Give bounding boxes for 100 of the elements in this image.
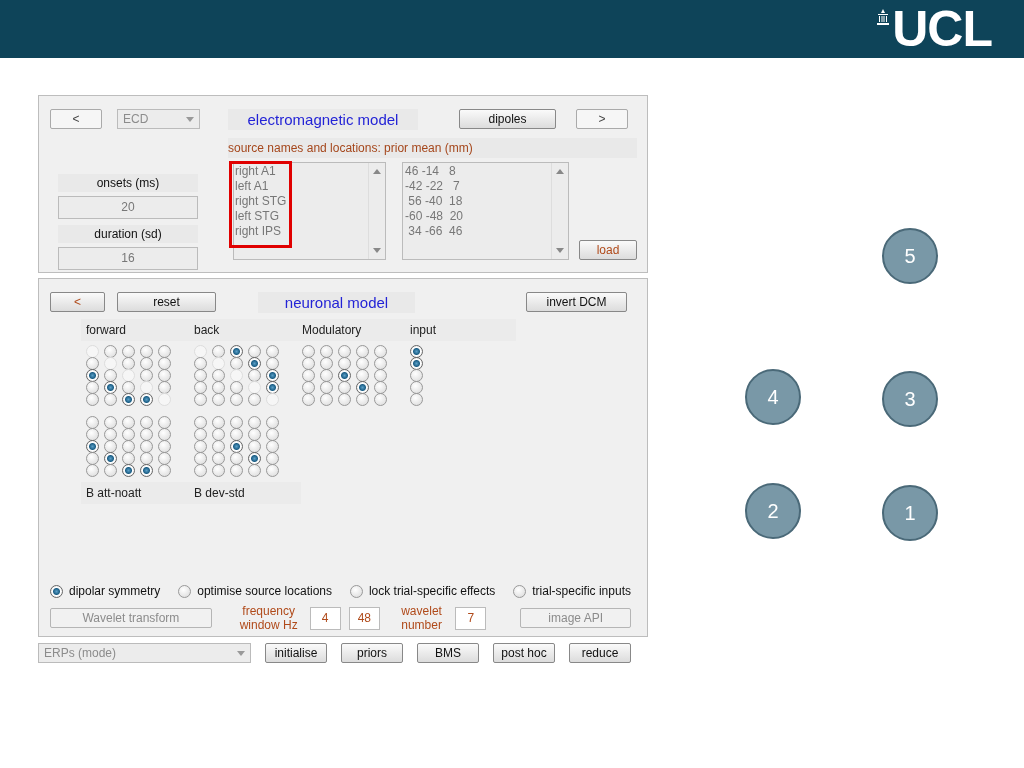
radio-button[interactable]: [50, 584, 63, 598]
radio-button[interactable]: [86, 440, 99, 453]
radio-button[interactable]: [140, 369, 153, 382]
radio-button[interactable]: [338, 369, 351, 382]
radio-button[interactable]: [158, 464, 171, 477]
radio-button[interactable]: [140, 357, 153, 370]
radio-button[interactable]: [158, 357, 171, 370]
radio-button[interactable]: [140, 464, 153, 477]
frequency-high-field[interactable]: 48: [348, 606, 380, 630]
radio-button[interactable]: [194, 440, 207, 453]
radio-button[interactable]: [194, 416, 207, 429]
radio-button[interactable]: [266, 416, 279, 429]
onsets-field[interactable]: 20: [58, 196, 198, 219]
radio-button[interactable]: [86, 416, 99, 429]
radio-button[interactable]: [356, 369, 369, 382]
toolbar-button[interactable]: BMS: [417, 643, 479, 663]
radio-button[interactable]: [338, 393, 351, 406]
radio-button[interactable]: [356, 345, 369, 358]
radio-button[interactable]: [266, 357, 279, 370]
radio-button[interactable]: [158, 428, 171, 441]
radio-button[interactable]: [266, 464, 279, 477]
radio-button[interactable]: [338, 345, 351, 358]
back-button[interactable]: <: [50, 109, 102, 129]
radio-button[interactable]: [122, 428, 135, 441]
radio-button[interactable]: [104, 369, 117, 382]
radio-button[interactable]: [374, 381, 387, 394]
radio-button[interactable]: [320, 369, 333, 382]
radio-button[interactable]: [140, 345, 153, 358]
radio-button[interactable]: [320, 345, 333, 358]
radio-button[interactable]: [212, 416, 225, 429]
radio-button[interactable]: [86, 369, 99, 382]
radio-button[interactable]: [212, 393, 225, 406]
radio-button[interactable]: [266, 452, 279, 465]
radio-button[interactable]: [104, 416, 117, 429]
radio-button[interactable]: [230, 440, 243, 453]
duration-field[interactable]: 16: [58, 247, 198, 270]
radio-button[interactable]: [230, 393, 243, 406]
toolbar-button[interactable]: reduce: [569, 643, 631, 663]
radio-button[interactable]: [356, 393, 369, 406]
radio-button[interactable]: [122, 345, 135, 358]
radio-button[interactable]: [104, 464, 117, 477]
radio-button[interactable]: [104, 381, 117, 394]
radio-button[interactable]: [122, 381, 135, 394]
radio-button[interactable]: [320, 357, 333, 370]
radio-button[interactable]: [356, 381, 369, 394]
toolbar-button[interactable]: priors: [341, 643, 403, 663]
radio-button[interactable]: [212, 369, 225, 382]
radio-button[interactable]: [302, 357, 315, 370]
radio-button[interactable]: [104, 393, 117, 406]
radio-button[interactable]: [140, 440, 153, 453]
radio-button[interactable]: [230, 464, 243, 477]
radio-button[interactable]: [86, 428, 99, 441]
radio-button[interactable]: [302, 345, 315, 358]
radio-button[interactable]: [374, 345, 387, 358]
radio-button[interactable]: [158, 440, 171, 453]
radio-button[interactable]: [230, 428, 243, 441]
radio-button[interactable]: [122, 440, 135, 453]
radio-button[interactable]: [374, 357, 387, 370]
radio-button[interactable]: [140, 452, 153, 465]
radio-button[interactable]: [122, 416, 135, 429]
load-button[interactable]: load: [579, 240, 637, 260]
mode-select[interactable]: ERPs (mode): [38, 643, 251, 663]
radio-button[interactable]: [104, 428, 117, 441]
radio-button[interactable]: [158, 452, 171, 465]
radio-button[interactable]: [248, 345, 261, 358]
radio-button[interactable]: [248, 440, 261, 453]
radio-button[interactable]: [266, 345, 279, 358]
radio-button[interactable]: [122, 393, 135, 406]
radio-button[interactable]: [230, 452, 243, 465]
radio-button[interactable]: [212, 452, 225, 465]
radio-button[interactable]: [86, 464, 99, 477]
radio-button[interactable]: [374, 369, 387, 382]
dipoles-button[interactable]: dipoles: [459, 109, 556, 129]
radio-button[interactable]: [86, 393, 99, 406]
radio-button[interactable]: [122, 357, 135, 370]
back-button[interactable]: <: [50, 292, 105, 312]
radio-button[interactable]: [320, 393, 333, 406]
invert-dcm-button[interactable]: invert DCM: [526, 292, 627, 312]
radio-button[interactable]: [194, 357, 207, 370]
radio-button[interactable]: [410, 393, 423, 406]
frequency-low-field[interactable]: 4: [309, 606, 341, 630]
radio-button[interactable]: [410, 369, 423, 382]
radio-button[interactable]: [104, 440, 117, 453]
radio-button[interactable]: [212, 464, 225, 477]
radio-button[interactable]: [356, 357, 369, 370]
radio-button[interactable]: [194, 452, 207, 465]
radio-button[interactable]: [212, 345, 225, 358]
radio-button[interactable]: [122, 464, 135, 477]
radio-button[interactable]: [338, 381, 351, 394]
radio-button[interactable]: [140, 393, 153, 406]
radio-button[interactable]: [302, 381, 315, 394]
radio-button[interactable]: [248, 416, 261, 429]
toolbar-button[interactable]: initialise: [265, 643, 327, 663]
radio-button[interactable]: [302, 369, 315, 382]
toolbar-button[interactable]: post hoc: [493, 643, 555, 663]
radio-button[interactable]: [302, 393, 315, 406]
radio-button[interactable]: [320, 381, 333, 394]
radio-button[interactable]: [230, 357, 243, 370]
radio-button[interactable]: [140, 428, 153, 441]
radio-button[interactable]: [266, 440, 279, 453]
